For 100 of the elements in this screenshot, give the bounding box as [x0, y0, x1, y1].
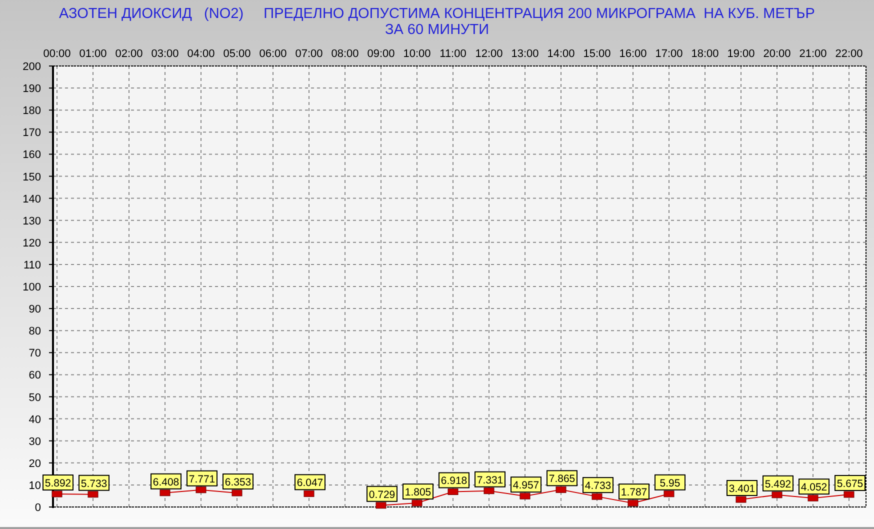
- axis-label: 01:00: [79, 48, 107, 60]
- data-label: 1.805: [402, 484, 434, 500]
- axis-label: 17:00: [655, 48, 683, 60]
- data-label: 4.052: [798, 478, 830, 495]
- data-point: [196, 486, 206, 494]
- data-point: [808, 494, 818, 502]
- data-label: 5.892: [44, 478, 72, 490]
- data-label: 7.865: [546, 470, 578, 486]
- data-label: 6.353: [222, 474, 254, 490]
- data-label: 5.492: [762, 475, 794, 492]
- axis-label: 10:00: [403, 48, 431, 60]
- data-point: [664, 490, 674, 498]
- axis-label: 70: [28, 348, 41, 360]
- data-point: [484, 488, 494, 494]
- data-point: [160, 490, 170, 496]
- axis-label: 06:00: [259, 48, 287, 60]
- data-label: 5.675: [834, 474, 866, 491]
- data-point: [232, 490, 242, 496]
- data-point: [736, 496, 746, 503]
- data-point: [376, 502, 386, 509]
- data-label: 7.771: [188, 473, 216, 486]
- data-label: 5.95: [660, 477, 680, 490]
- axis-label: 140: [22, 193, 41, 206]
- axis-label: 60: [28, 370, 41, 382]
- data-label: 5.675: [836, 478, 864, 490]
- axis-label: 04:00: [187, 48, 215, 60]
- data-label: 5.892: [42, 474, 74, 490]
- data-point: [304, 490, 314, 497]
- axis-label: 100: [22, 282, 41, 294]
- data-label: 6.047: [294, 474, 326, 490]
- axis-label: 150: [22, 171, 41, 184]
- axis-label: 130: [22, 215, 41, 228]
- axis-label: 40: [28, 414, 41, 426]
- data-label: 4.733: [584, 480, 612, 492]
- axis-label: 14:00: [547, 48, 575, 60]
- axis-label: 19:00: [727, 48, 755, 60]
- data-label: 1.787: [620, 486, 648, 499]
- chart-title: АЗОТЕН ДИОКСИД (NO2) ПРЕДЕЛНО ДОПУСТИМА КОНЦЕНТРАЦИЯ 200 МИКРОГРАМА НА КУБ. МЕТЪР: [59, 6, 815, 22]
- data-point: [556, 486, 566, 493]
- axis-label: 22:00: [835, 48, 863, 60]
- data-point: [844, 491, 854, 498]
- axis-label: 07:00: [295, 48, 323, 60]
- data-label: 3.401: [728, 483, 756, 495]
- axis-label: 50: [28, 392, 41, 404]
- axis-label: 20: [28, 458, 41, 470]
- axis-label: 00:00: [43, 48, 71, 60]
- data-label: 3.401: [726, 480, 758, 496]
- data-point: [412, 500, 422, 506]
- data-point: [520, 492, 530, 500]
- data-label: 5.95: [654, 474, 686, 490]
- data-label: 1.805: [404, 486, 432, 499]
- data-label: 6.918: [440, 475, 468, 488]
- axis-label: 20:00: [763, 48, 791, 60]
- data-label: 7.865: [548, 473, 576, 486]
- data-label: 0.729: [368, 488, 396, 501]
- axis-label: 10: [28, 480, 41, 492]
- data-point: [448, 488, 458, 495]
- data-label: 4.957: [512, 480, 540, 492]
- data-label: 7.331: [476, 474, 504, 486]
- axis-label: 21:00: [799, 48, 827, 60]
- axis-label: 05:00: [223, 48, 251, 60]
- data-label: 6.408: [150, 473, 182, 490]
- axis-label: 18:00: [691, 48, 719, 60]
- axis-label: 02:00: [115, 48, 143, 60]
- axis-label: 0: [34, 502, 41, 514]
- axis-label: 120: [22, 237, 41, 250]
- data-label: 6.918: [438, 472, 470, 488]
- axis-label: 09:00: [367, 48, 395, 60]
- data-label: 7.771: [186, 470, 218, 486]
- data-label: 6.047: [296, 477, 324, 490]
- axis-label: 190: [22, 83, 41, 96]
- data-point: [52, 490, 62, 498]
- data-point: [628, 500, 638, 506]
- axis-label: 30: [28, 436, 41, 448]
- axis-label: 11:00: [440, 48, 466, 60]
- data-label: 1.787: [618, 484, 650, 500]
- axis-label: 16:00: [619, 48, 647, 60]
- data-label: 7.331: [474, 471, 506, 488]
- axis-label: 90: [28, 304, 41, 316]
- axis-label: 180: [22, 105, 41, 118]
- axis-label: 08:00: [331, 48, 359, 60]
- chart-subtitle: ЗА 60 МИНУТИ: [384, 22, 490, 38]
- axis-label: 13:00: [511, 48, 539, 60]
- data-label: 4.957: [510, 476, 542, 493]
- data-label: 4.052: [800, 482, 828, 494]
- axis-label: 80: [28, 326, 41, 338]
- data-point: [88, 491, 98, 498]
- axis-label: 160: [22, 149, 41, 162]
- data-label: 0.729: [366, 486, 398, 502]
- axis-label: 200: [22, 61, 41, 73]
- axis-label: 110: [23, 259, 41, 272]
- data-label: 4.733: [582, 477, 614, 494]
- data-label: 5.733: [80, 478, 108, 490]
- data-point: [592, 493, 602, 500]
- axis-label: 170: [22, 127, 41, 140]
- data-label: 6.408: [152, 476, 180, 488]
- axis-label: 03:00: [151, 48, 179, 60]
- data-label: 5.492: [764, 478, 792, 490]
- data-label: 5.733: [78, 474, 110, 491]
- data-point: [772, 492, 782, 498]
